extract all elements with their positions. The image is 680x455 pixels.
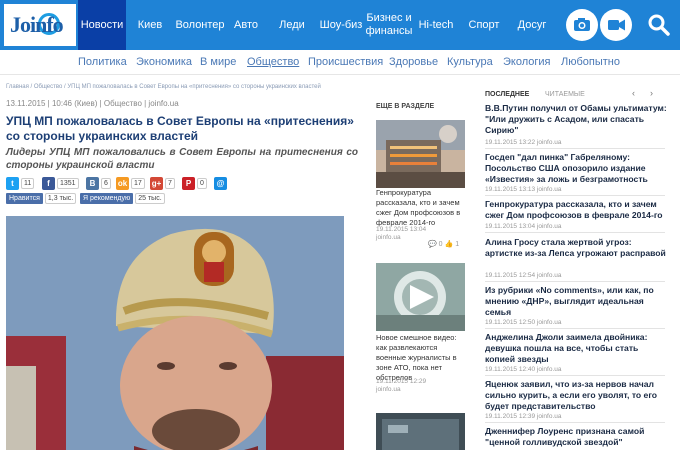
camera-icon[interactable] — [566, 9, 598, 41]
nav-item-hitech[interactable]: Hi-tech — [414, 0, 458, 50]
share-count: 17 — [131, 177, 145, 189]
article-title: УПЦ МП пожаловалась в Совет Европы на «п… — [6, 114, 354, 143]
nav-item-showbiz[interactable]: Шоу-биз — [316, 0, 366, 50]
news-divider — [485, 232, 665, 233]
subnav-item-incidents[interactable]: Происшествия — [308, 56, 383, 68]
subnav-item-society[interactable]: Общество — [247, 56, 299, 68]
latest-news-item[interactable]: Из рубрики «No comments», или как, по мн… — [485, 285, 667, 318]
latest-news-item[interactable]: Анджелина Джоли заимела двойника: девушк… — [485, 332, 667, 365]
latest-news-item[interactable]: Дженнифер Лоуренс признана самой "ценной… — [485, 426, 667, 448]
latest-news-date: 19.11.2015 12:54 joinfo.ua — [485, 272, 562, 279]
googleplus-icon: g+ — [150, 176, 163, 190]
like-icon: 👍 — [444, 241, 454, 248]
tab-most-read[interactable]: ЧИТАЕМЫЕ — [545, 91, 585, 98]
nav-item-auto[interactable]: Авто — [228, 0, 264, 50]
vk-recommend-button[interactable]: Я рекомендую 25 тыс. — [80, 193, 165, 204]
section-heading: ЕЩЕ В РАЗДЕЛЕ — [376, 103, 435, 110]
pinterest-icon: P — [182, 176, 195, 190]
subnav-item-health[interactable]: Здоровье — [389, 56, 438, 68]
vk-icon: B — [86, 176, 99, 190]
share-facebook[interactable]: f 1351 — [42, 176, 79, 190]
subnav-item-ecology[interactable]: Экология — [503, 56, 551, 68]
share-googleplus[interactable]: g+ 7 — [150, 176, 175, 190]
nav-item-leisure[interactable]: Досуг — [510, 0, 554, 50]
next-arrow-icon[interactable]: › — [650, 88, 653, 98]
subnav-divider — [0, 74, 680, 75]
share-count: 0 — [197, 177, 207, 189]
comment-icon: 💬 — [428, 241, 437, 248]
subnav-item-world[interactable]: В мире — [200, 56, 236, 68]
recommend-label: Я рекомендую — [80, 193, 134, 204]
site-logo[interactable]: Joinfo — [4, 4, 76, 46]
subnav-item-culture[interactable]: Культура — [447, 56, 493, 68]
news-divider — [485, 148, 665, 149]
latest-news-date: 19.11.2015 13:22 joinfo.ua — [485, 139, 562, 146]
news-divider — [485, 375, 665, 376]
latest-news-date: 19.11.2015 13:04 joinfo.ua — [485, 223, 562, 230]
section-thumb-2[interactable] — [376, 263, 465, 331]
section-item-date: 19.11.2015 13:04 — [376, 226, 427, 233]
latest-news-date: 19.11.2015 12:40 joinfo.ua — [485, 366, 562, 373]
nav-item-sport[interactable]: Спорт — [464, 0, 504, 50]
news-divider — [485, 195, 665, 196]
share-count: 7 — [165, 177, 175, 189]
latest-news-date: 19.11.2015 12:50 joinfo.ua — [485, 319, 562, 326]
latest-news-date: 19.11.2015 12:39 joinfo.ua — [485, 413, 562, 420]
share-myworld[interactable]: @ — [214, 176, 227, 190]
comment-count: 0 — [438, 241, 443, 248]
share-pinterest[interactable]: P 0 — [182, 176, 207, 190]
latest-news-item[interactable]: В.В.Путин получил от Обамы ультиматум: "… — [485, 103, 667, 136]
nav-item-business[interactable]: Бизнес и финансы — [364, 0, 414, 50]
news-divider — [485, 422, 665, 423]
like-count: 1,3 тыс. — [44, 193, 77, 204]
news-divider — [485, 281, 665, 282]
like-label: Нравится — [6, 193, 43, 204]
top-nav-bar: Joinfo Новости Киев Волонтер Авто Леди Ш… — [0, 0, 680, 50]
subnav-item-economy[interactable]: Экономика — [136, 56, 192, 68]
nav-item-lady[interactable]: Леди — [272, 0, 312, 50]
share-odnoklassniki[interactable]: ok 17 — [116, 176, 145, 190]
myworld-icon: @ — [214, 176, 227, 190]
subnav-item-politics[interactable]: Политика — [78, 56, 127, 68]
latest-news-item[interactable]: Яценюк заявил, что из-за нервов начал си… — [485, 379, 667, 412]
article-meta: 13.11.2015 | 10:46 (Киев) | Общество | j… — [6, 99, 179, 108]
facebook-like-button[interactable]: Нравится 1,3 тыс. — [6, 193, 77, 204]
search-icon[interactable] — [646, 12, 672, 38]
section-item-stats: 💬 0 👍 1 — [428, 240, 459, 248]
subnav-item-curious[interactable]: Любопытно — [561, 56, 620, 68]
twitter-icon: t — [6, 176, 19, 190]
nav-item-news[interactable]: Новости — [78, 0, 126, 50]
nav-item-volunteer[interactable]: Волонтер — [172, 0, 228, 50]
share-count: 11 — [21, 177, 35, 189]
section-item-date: 19.11.2015 12:29 — [376, 378, 427, 385]
section-thumb-3[interactable] — [376, 413, 465, 450]
latest-news-item[interactable]: Генпрокуратура рассказала, кто и зачем с… — [485, 199, 667, 221]
prev-arrow-icon[interactable]: ‹ — [632, 88, 635, 98]
section-item-source: joinfo.ua — [376, 234, 401, 241]
nav-item-kiev[interactable]: Киев — [130, 0, 170, 50]
latest-news-item[interactable]: Алина Гросу стала жертвой угроз: артистк… — [485, 237, 667, 259]
section-item-text[interactable]: Генпрокуратура рассказала, кто и зачем с… — [376, 188, 466, 228]
news-divider — [485, 328, 665, 329]
share-count: 6 — [101, 177, 111, 189]
article-photo — [6, 216, 344, 450]
tab-latest[interactable]: ПОСЛЕДНЕЕ — [485, 91, 529, 98]
share-twitter[interactable]: t 11 — [6, 176, 35, 190]
article-lead: Лидеры УПЦ МП пожаловались в Совет Европ… — [6, 147, 358, 171]
odnoklassniki-icon: ok — [116, 176, 129, 190]
share-vk[interactable]: B 6 — [86, 176, 111, 190]
video-icon[interactable] — [600, 9, 632, 41]
breadcrumb[interactable]: Главная / Общество / УПЦ МП пожаловалась… — [6, 84, 321, 90]
latest-news-date: 19.11.2015 13:13 joinfo.ua — [485, 186, 562, 193]
latest-news-item[interactable]: Госдеп "дал пинка" Габреляному: Посольст… — [485, 152, 667, 185]
share-count: 1351 — [57, 177, 79, 189]
section-thumb-1[interactable] — [376, 120, 465, 188]
logo-text: Joinfo — [10, 12, 64, 37]
recommend-count: 25 тыс. — [135, 193, 165, 204]
section-item-source: joinfo.ua — [376, 386, 401, 393]
facebook-icon: f — [42, 176, 55, 190]
section-item-text[interactable]: Новое смешное видео: как развлекаются во… — [376, 333, 466, 383]
like-count: 1 — [455, 241, 460, 248]
